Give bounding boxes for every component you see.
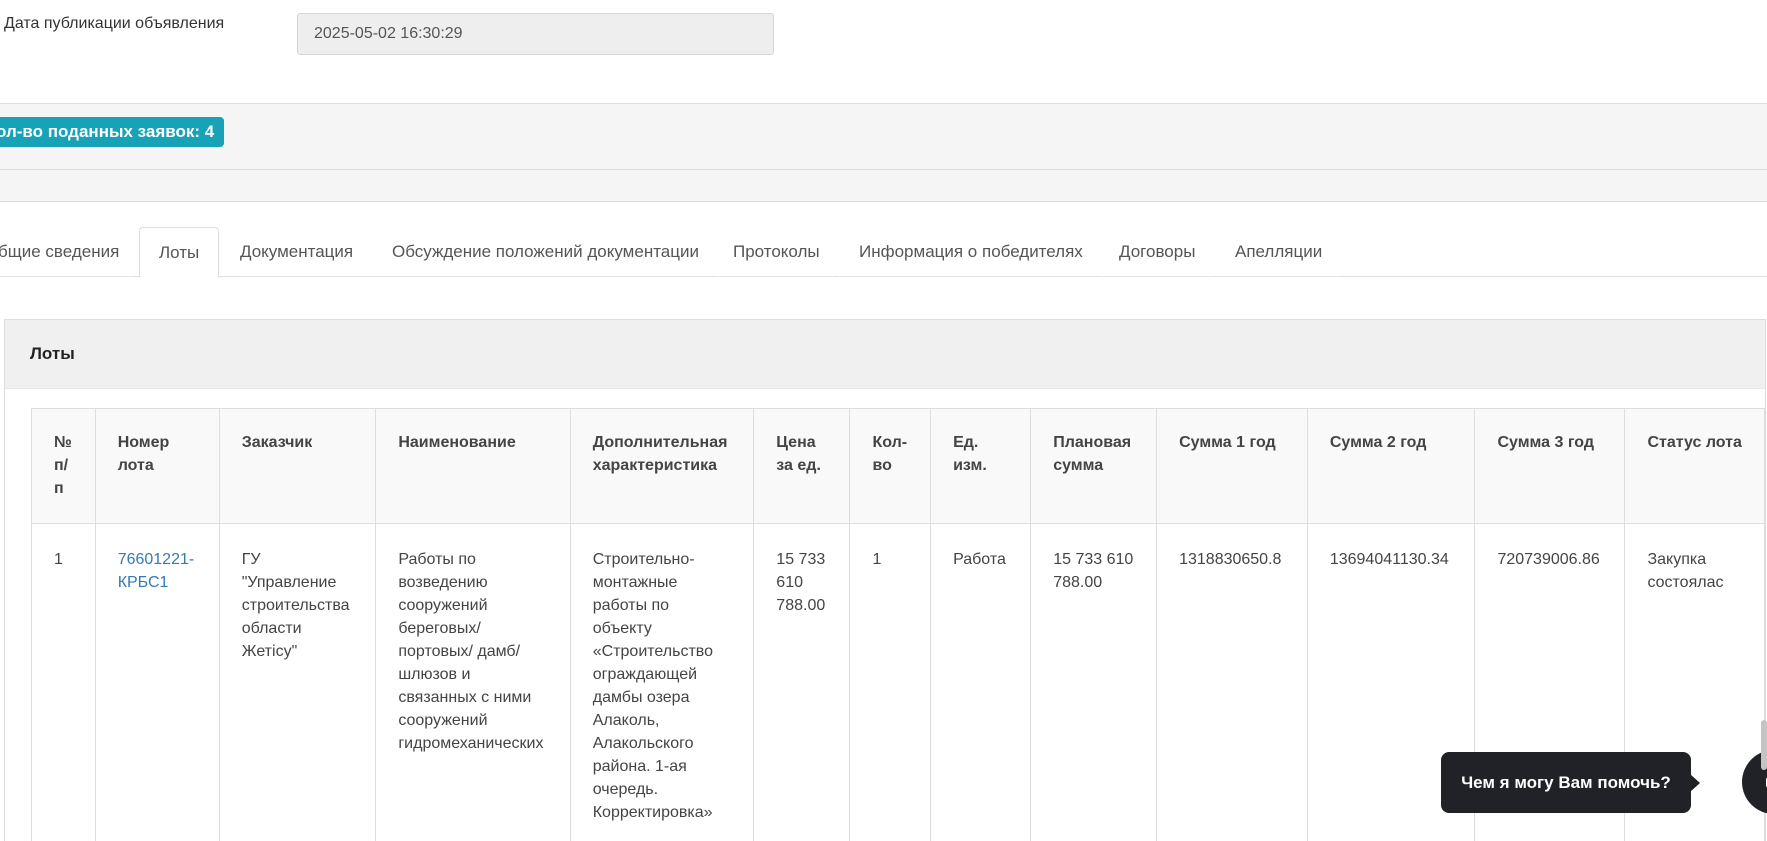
col-header-planned-sum: Плановая сумма [1030, 408, 1158, 524]
lots-panel-title: Лоты [5, 320, 1765, 389]
col-header-unit: Ед. изм. [930, 408, 1032, 524]
col-header-customer: Заказчик [218, 408, 377, 524]
chat-prompt-bubble[interactable]: Чем я могу Вам помочь? [1441, 752, 1700, 813]
cell-planned-sum: 15 733 610 788.00 [1030, 523, 1158, 841]
col-header-num: № п/ п [31, 408, 96, 524]
tab-winners-info[interactable]: Информация о победителях [838, 227, 1097, 277]
cell-unit: Работа [930, 523, 1032, 841]
tab-documentation[interactable]: Документация [240, 227, 370, 277]
applications-band: ол-во поданных заявок: 4 [0, 103, 1767, 170]
cell-extra: Строительно-монтажные работы по объекту … [569, 523, 755, 841]
cell-sum1: 1318830650.8 [1156, 523, 1308, 841]
tab-bar: бщие сведения Лоты Документация Обсужден… [0, 227, 1767, 278]
tab-general-info[interactable]: бщие сведения [0, 227, 134, 277]
cell-lot-number: 76601221-КРБС1 [94, 523, 220, 841]
cell-name: Работы по возведению сооружений береговы… [375, 523, 571, 841]
cell-qty: 1 [849, 523, 932, 841]
cell-unit-price: 15 733 610 788.00 [753, 523, 851, 841]
page-scrollbar[interactable] [1761, 720, 1767, 770]
publication-date-field[interactable]: 2025-05-02 16:30:29 [297, 13, 774, 55]
col-header-name: Наименование [375, 408, 571, 524]
tab-contracts[interactable]: Договоры [1100, 227, 1212, 277]
col-header-sum3: Сумма 3 год [1474, 408, 1626, 524]
col-header-extra: Дополнительная характеристика [569, 408, 755, 524]
empty-band [0, 170, 1767, 202]
col-header-status: Статус лота [1624, 408, 1765, 524]
tab-protocols[interactable]: Протоколы [714, 227, 835, 277]
col-header-sum2: Сумма 2 год [1306, 408, 1476, 524]
cell-num: 1 [31, 523, 96, 841]
col-header-sum1: Сумма 1 год [1156, 408, 1308, 524]
tab-lots[interactable]: Лоты [139, 227, 220, 278]
col-header-lot-number: Номер лота [94, 408, 220, 524]
col-header-qty: Кол-во [849, 408, 932, 524]
table-header-row: № п/ п Номер лота Заказчик Наименование … [31, 408, 1765, 524]
cell-customer: ГУ "Управление строительства области Жет… [218, 523, 377, 841]
publication-date-label: Дата публикации объявления [4, 15, 225, 32]
tab-documentation-discussion[interactable]: Обсуждение положений документации [372, 227, 711, 277]
tab-appeals[interactable]: Апелляции [1215, 227, 1339, 277]
applications-count-badge: ол-во поданных заявок: 4 [0, 117, 225, 147]
publication-date-row: Дата публикации объявления 2025-05-02 16… [0, 0, 1767, 103]
col-header-unit-price: Цена за ед. [753, 408, 851, 524]
lot-number-link[interactable]: 76601221-КРБС1 [118, 551, 195, 591]
